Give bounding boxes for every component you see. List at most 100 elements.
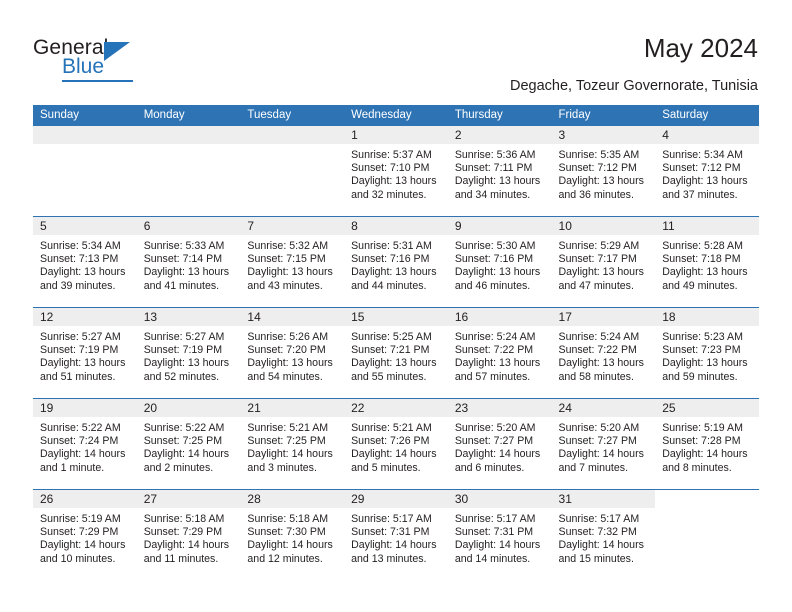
sunrise-time: Sunrise: 5:20 AM xyxy=(454,422,536,434)
day-number: 17 xyxy=(551,308,656,326)
calendar-day-cell[interactable]: 14 Sunrise: 5:26 AM Sunset: 7:20 PM Dayligh… xyxy=(240,307,345,399)
sunrise-time: Sunrise: 5:22 AM xyxy=(40,422,121,434)
calendar-day-cell[interactable]: 31 Sunrise: 5:17 AM Sunset: 7:32 PM Dayligh… xyxy=(551,489,656,580)
day-cell-inner: 20 Sunrise: 5:22 AM Sunset: 7:25 PM Dayligh… xyxy=(136,399,241,489)
calendar-day-cell[interactable]: 9 Sunrise: 5:30 AM Sunset: 7:16 PM Daylight… xyxy=(447,216,552,308)
calendar-day-cell[interactable]: 30 Sunrise: 5:17 AM Sunset: 7:31 PM Dayligh… xyxy=(447,489,552,580)
day-number: 26 xyxy=(33,490,137,508)
calendar-day-cell[interactable]: 11 Sunrise: 5:28 AM Sunset: 7:18 PM Dayligh… xyxy=(655,216,759,308)
daylight-duration-line1: Daylight: 14 hours xyxy=(40,539,126,552)
daylight-duration-line1: Daylight: 13 hours xyxy=(454,175,541,188)
sunset-time: Sunset: 7:19 PM xyxy=(143,344,223,357)
calendar-day-cell[interactable]: 3 Sunrise: 5:35 AM Sunset: 7:12 PM Daylight… xyxy=(551,126,656,217)
day-cell-inner: 5 Sunrise: 5:34 AM Sunset: 7:13 PM Daylight… xyxy=(33,217,137,307)
logo-text-blue: Blue xyxy=(62,55,105,78)
day-cell-inner: 3 Sunrise: 5:35 AM Sunset: 7:12 PM Daylight… xyxy=(551,126,656,216)
day-number: 4 xyxy=(655,126,759,144)
calendar-empty-cell xyxy=(136,126,241,217)
daylight-duration-line1: Daylight: 13 hours xyxy=(247,266,333,279)
calendar-day-cell[interactable]: 1 Sunrise: 5:37 AM Sunset: 7:10 PM Daylight… xyxy=(344,126,448,217)
day-details: Sunrise: 5:35 AM Sunset: 7:12 PM Daylight:… xyxy=(552,144,656,202)
day-cell-inner: 18 Sunrise: 5:23 AM Sunset: 7:23 PM Dayligh… xyxy=(655,308,759,398)
day-details: Sunrise: 5:30 AM Sunset: 7:16 PM Daylight:… xyxy=(448,235,552,293)
daylight-duration-line1: Daylight: 13 hours xyxy=(662,266,748,279)
sunrise-time: Sunrise: 5:31 AM xyxy=(351,240,432,252)
calendar-week-row: 12 Sunrise: 5:27 AM Sunset: 7:19 PM Dayligh… xyxy=(33,307,759,399)
day-cell-inner: 13 Sunrise: 5:27 AM Sunset: 7:19 PM Dayligh… xyxy=(136,308,241,398)
calendar-day-cell[interactable]: 12 Sunrise: 5:27 AM Sunset: 7:19 PM Dayligh… xyxy=(33,307,137,399)
calendar-day-cell[interactable]: 20 Sunrise: 5:22 AM Sunset: 7:25 PM Dayligh… xyxy=(136,398,241,490)
calendar-day-cell[interactable]: 26 Sunrise: 5:19 AM Sunset: 7:29 PM Dayligh… xyxy=(33,489,137,580)
day-cell-inner: 30 Sunrise: 5:17 AM Sunset: 7:31 PM Dayligh… xyxy=(447,490,552,580)
calendar-day-cell[interactable]: 28 Sunrise: 5:18 AM Sunset: 7:30 PM Dayligh… xyxy=(240,489,345,580)
calendar-day-cell[interactable]: 25 Sunrise: 5:19 AM Sunset: 7:28 PM Dayligh… xyxy=(655,398,759,490)
calendar-day-cell[interactable]: 10 Sunrise: 5:29 AM Sunset: 7:17 PM Dayligh… xyxy=(551,216,656,308)
sunrise-time: Sunrise: 5:32 AM xyxy=(247,240,329,252)
daylight-duration-line2: and 58 minutes. xyxy=(558,370,634,383)
calendar-day-cell[interactable]: 15 Sunrise: 5:25 AM Sunset: 7:21 PM Dayligh… xyxy=(344,307,448,399)
daylight-duration-line2: and 32 minutes. xyxy=(351,188,427,201)
day-number: 8 xyxy=(344,217,448,235)
calendar-day-cell[interactable]: 22 Sunrise: 5:21 AM Sunset: 7:26 PM Dayligh… xyxy=(344,398,448,490)
daylight-duration-line1: Daylight: 14 hours xyxy=(454,448,541,461)
day-cell-inner: 14 Sunrise: 5:26 AM Sunset: 7:20 PM Dayligh… xyxy=(240,308,345,398)
sunrise-time: Sunrise: 5:19 AM xyxy=(662,422,743,434)
day-number: 6 xyxy=(136,217,241,235)
sunset-time: Sunset: 7:13 PM xyxy=(40,253,119,266)
sunset-time: Sunset: 7:30 PM xyxy=(247,526,326,539)
logo-underline xyxy=(62,80,133,82)
daylight-duration-line2: and 13 minutes. xyxy=(351,552,427,565)
daylight-duration-line2: and 36 minutes. xyxy=(558,188,634,201)
daylight-duration-line1: Daylight: 14 hours xyxy=(351,539,437,552)
daylight-duration-line1: Daylight: 14 hours xyxy=(558,448,644,461)
calendar-day-cell[interactable]: 6 Sunrise: 5:33 AM Sunset: 7:14 PM Daylight… xyxy=(136,216,241,308)
day-cell-inner: 11 Sunrise: 5:28 AM Sunset: 7:18 PM Dayligh… xyxy=(655,217,759,307)
day-number xyxy=(33,126,137,144)
daylight-duration-line2: and 51 minutes. xyxy=(40,370,116,383)
calendar-day-cell[interactable]: 21 Sunrise: 5:21 AM Sunset: 7:25 PM Dayligh… xyxy=(240,398,345,490)
day-details: Sunrise: 5:17 AM Sunset: 7:32 PM Daylight:… xyxy=(552,508,656,566)
calendar-day-cell[interactable]: 4 Sunrise: 5:34 AM Sunset: 7:12 PM Daylight… xyxy=(655,126,759,217)
calendar-day-cell[interactable]: 29 Sunrise: 5:17 AM Sunset: 7:31 PM Dayligh… xyxy=(344,489,448,580)
calendar-day-cell[interactable]: 18 Sunrise: 5:23 AM Sunset: 7:23 PM Dayligh… xyxy=(655,307,759,399)
page-title: May 2024 xyxy=(643,33,758,63)
calendar-day-cell[interactable]: 2 Sunrise: 5:36 AM Sunset: 7:11 PM Daylight… xyxy=(447,126,552,217)
calendar-day-cell[interactable]: 13 Sunrise: 5:27 AM Sunset: 7:19 PM Dayligh… xyxy=(136,307,241,399)
sunset-time: Sunset: 7:32 PM xyxy=(558,526,637,539)
daylight-duration-line2: and 43 minutes. xyxy=(247,279,323,292)
day-cell-inner: 23 Sunrise: 5:20 AM Sunset: 7:27 PM Dayligh… xyxy=(447,399,552,489)
day-cell-inner: 28 Sunrise: 5:18 AM Sunset: 7:30 PM Dayligh… xyxy=(240,490,345,580)
sunrise-time: Sunrise: 5:19 AM xyxy=(40,513,121,525)
day-number: 5 xyxy=(33,217,137,235)
calendar-day-cell[interactable]: 5 Sunrise: 5:34 AM Sunset: 7:13 PM Daylight… xyxy=(33,216,137,308)
sunrise-time: Sunrise: 5:27 AM xyxy=(40,331,121,343)
sunset-time: Sunset: 7:11 PM xyxy=(454,162,533,175)
calendar-day-cell[interactable]: 7 Sunrise: 5:32 AM Sunset: 7:15 PM Daylight… xyxy=(240,216,345,308)
day-details: Sunrise: 5:22 AM Sunset: 7:25 PM Daylight:… xyxy=(137,417,241,475)
sunset-time: Sunset: 7:14 PM xyxy=(143,253,223,266)
calendar-day-cell[interactable]: 27 Sunrise: 5:18 AM Sunset: 7:29 PM Dayligh… xyxy=(136,489,241,580)
daylight-duration-line2: and 49 minutes. xyxy=(662,279,738,292)
calendar-day-cell[interactable]: 23 Sunrise: 5:20 AM Sunset: 7:27 PM Dayligh… xyxy=(447,398,552,490)
sunset-time: Sunset: 7:15 PM xyxy=(247,253,326,266)
calendar-day-cell[interactable]: 19 Sunrise: 5:22 AM Sunset: 7:24 PM Dayligh… xyxy=(33,398,137,490)
day-number: 3 xyxy=(551,126,656,144)
day-number: 10 xyxy=(551,217,656,235)
calendar-day-cell[interactable]: 24 Sunrise: 5:20 AM Sunset: 7:27 PM Dayligh… xyxy=(551,398,656,490)
daylight-duration-line1: Daylight: 14 hours xyxy=(247,448,333,461)
day-details: Sunrise: 5:32 AM Sunset: 7:15 PM Daylight:… xyxy=(240,235,344,293)
day-details: Sunrise: 5:31 AM Sunset: 7:16 PM Daylight:… xyxy=(344,235,448,293)
daylight-duration-line2: and 8 minutes. xyxy=(662,461,732,474)
sunrise-time: Sunrise: 5:37 AM xyxy=(351,149,432,161)
daylight-duration-line1: Daylight: 13 hours xyxy=(40,357,126,370)
calendar-day-cell[interactable]: 16 Sunrise: 5:24 AM Sunset: 7:22 PM Dayligh… xyxy=(447,307,552,399)
daylight-duration-line1: Daylight: 13 hours xyxy=(143,357,230,370)
day-number xyxy=(136,126,241,144)
calendar-day-cell[interactable]: 8 Sunrise: 5:31 AM Sunset: 7:16 PM Daylight… xyxy=(344,216,448,308)
daylight-duration-line1: Daylight: 14 hours xyxy=(454,539,541,552)
day-details: Sunrise: 5:21 AM Sunset: 7:25 PM Daylight:… xyxy=(240,417,344,475)
calendar-day-cell[interactable]: 17 Sunrise: 5:24 AM Sunset: 7:22 PM Dayligh… xyxy=(551,307,656,399)
daylight-duration-line2: and 6 minutes. xyxy=(454,461,525,474)
calendar-week-row: 5 Sunrise: 5:34 AM Sunset: 7:13 PM Daylight… xyxy=(33,216,759,308)
daylight-duration-line2: and 10 minutes. xyxy=(40,552,116,565)
